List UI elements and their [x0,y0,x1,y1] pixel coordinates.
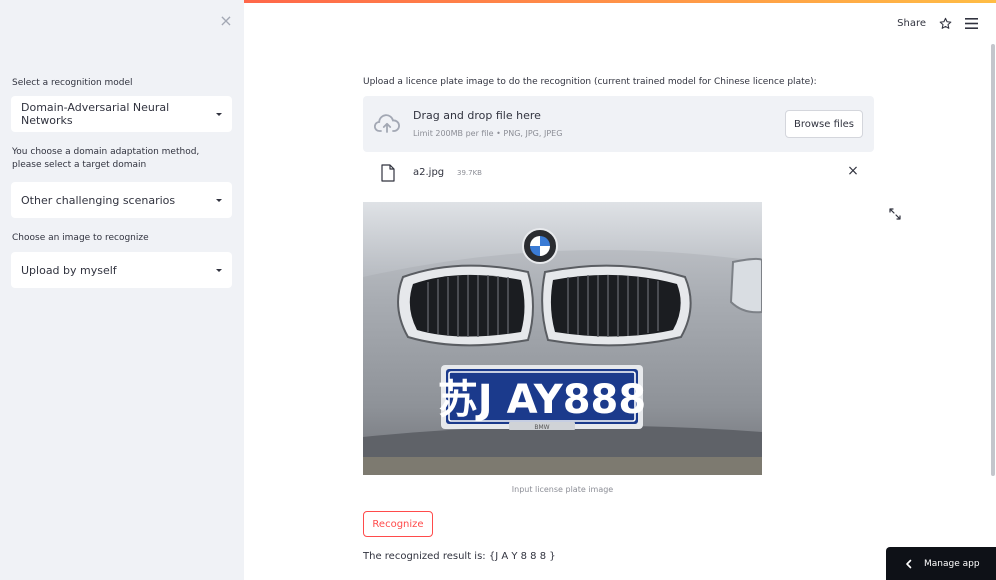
domain-select-value: Other challenging scenarios [21,193,176,207]
domain-select-label: You choose a domain adaptation method, p… [12,147,200,170]
file-name: a2.jpg [413,167,445,178]
model-select[interactable]: Domain-Adversarial Neural Networks [11,96,232,132]
close-sidebar-icon[interactable]: × [218,13,234,29]
recognize-button[interactable]: Recognize [363,511,433,537]
kidney-grille-left [397,264,534,347]
file-size: 39.7KB [457,169,482,177]
dropzone-title: Drag and drop file here [413,109,541,122]
manage-app-button[interactable]: Manage app [886,547,996,580]
chevron-down-icon [216,198,222,202]
domain-select[interactable]: Other challenging scenarios [11,182,232,218]
star-icon[interactable] [938,16,952,30]
car-emblem [522,228,558,264]
license-plate: 苏J AY888 BMW [438,365,646,431]
model-select-label: Select a recognition model [12,78,133,88]
chevron-left-icon [906,559,912,568]
uploaded-file-row: a2.jpg 39.7KB × [363,158,874,188]
sidebar: × Select a recognition model Domain-Adve… [0,0,244,580]
dropzone-subtitle: Limit 200MB per file • PNG, JPG, JPEG [413,129,563,138]
browse-files-button[interactable]: Browse files [785,110,863,138]
hamburger-menu-icon[interactable] [964,16,978,30]
remove-file-icon[interactable]: × [846,164,860,178]
file-icon [381,164,395,182]
license-plate-image: 苏J AY888 BMW [363,202,762,475]
image-caption: Input license plate image [511,485,614,494]
file-dropzone[interactable]: Drag and drop file here Limit 200MB per … [363,96,874,152]
kidney-grille-right [541,264,692,347]
fullscreen-icon[interactable] [888,206,902,220]
scrollbar[interactable] [991,44,995,476]
chevron-down-icon [216,268,222,272]
image-source-value: Upload by myself [21,263,117,277]
share-button[interactable]: Share [897,18,926,29]
header-actions: Share [897,16,978,30]
cloud-upload-icon [373,114,400,134]
recognition-result: The recognized result is: {J A Y 8 8 8 } [363,551,556,562]
plate-badge: BMW [534,424,549,431]
model-select-value: Domain-Adversarial Neural Networks [21,101,170,127]
plate-text: 苏J AY888 [438,377,646,423]
manage-app-label: Manage app [924,558,980,569]
image-source-label: Choose an image to recognize [12,233,149,243]
upload-label: Upload a licence plate image to do the r… [363,77,817,87]
image-source-select[interactable]: Upload by myself [11,252,232,288]
chevron-down-icon [216,112,222,116]
